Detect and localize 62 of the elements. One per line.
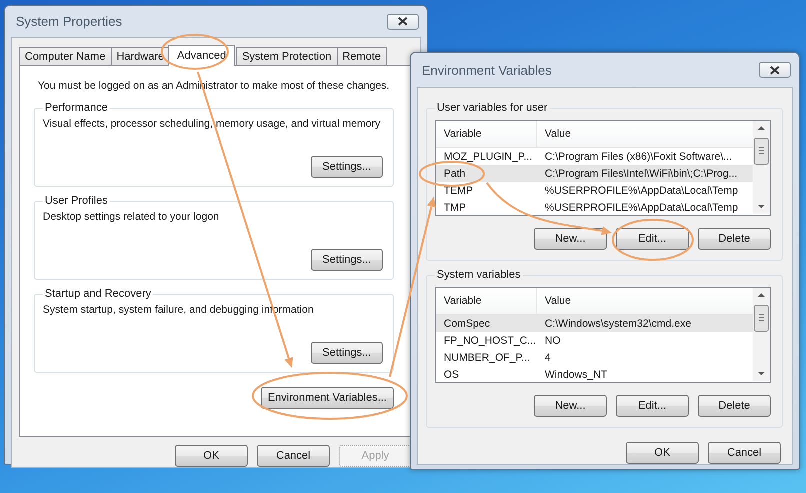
group-title: Startup and Recovery <box>44 288 152 300</box>
column-header[interactable]: Value <box>537 295 753 307</box>
list-row[interactable]: Path C:\Program Files\Intel\WiFi\bin\;C:\Prog... <box>436 165 753 182</box>
variable-value: C:\Windows\system32\cmd.exe <box>544 318 692 330</box>
tab[interactable]: System Protection <box>236 47 338 65</box>
dialog-button[interactable]: Cancel <box>708 442 781 464</box>
scrollbar[interactable] <box>753 288 770 381</box>
settings-button[interactable]: Settings... <box>311 156 383 178</box>
variable-name: OS <box>443 368 460 380</box>
list-action-button[interactable]: Delete <box>698 395 771 417</box>
variable-value: C:\Program Files\Intel\WiFi\bin\;C:\Prog... <box>544 168 739 180</box>
close-button[interactable] <box>759 62 791 78</box>
environment-variables-button[interactable]: Environment Variables... <box>260 387 394 409</box>
tab[interactable]: Computer Name <box>19 47 112 65</box>
list-action-button[interactable]: Edit... <box>616 228 689 250</box>
variable-name: MOZ_PLUGIN_P... <box>443 150 534 162</box>
list-row[interactable]: OS Windows_NT <box>436 366 753 382</box>
variable-value: NO <box>544 334 562 346</box>
variable-name: TMP <box>443 202 468 214</box>
dialog-button[interactable]: Cancel <box>257 445 330 467</box>
dialog-button[interactable]: OK <box>175 445 248 467</box>
window-title: Environment Variables <box>422 62 552 78</box>
variable-name: Path <box>443 168 467 180</box>
list-action-button[interactable]: New... <box>534 395 607 417</box>
variable-value: %USERPROFILE%\AppData\Local\Temp <box>544 202 740 214</box>
list-action-button[interactable]: New... <box>534 228 607 250</box>
tab[interactable]: Advanced <box>168 45 236 66</box>
close-icon <box>770 66 780 74</box>
list-row[interactable]: ComSpec C:\Windows\system32\cmd.exe <box>436 315 753 332</box>
variable-value: %USERPROFILE%\AppData\Local\Temp <box>544 184 740 196</box>
group-title: User variables for user <box>436 102 549 114</box>
settings-button[interactable]: Settings... <box>311 249 383 271</box>
variable-name: TEMP <box>443 184 474 196</box>
scrollbar[interactable] <box>753 121 770 214</box>
close-button[interactable] <box>387 14 419 30</box>
window-title: System Properties <box>16 14 122 29</box>
variable-value: Windows_NT <box>544 368 608 380</box>
dialog-button[interactable]: OK <box>626 442 699 464</box>
variable-name: NUMBER_OF_P... <box>443 352 532 364</box>
close-icon <box>398 17 408 26</box>
group-description: Desktop settings related to your logon <box>43 211 220 223</box>
settings-button[interactable]: Settings... <box>311 342 383 364</box>
list-row[interactable]: NUMBER_OF_P... 4 <box>436 349 753 366</box>
variable-name: FP_NO_HOST_C... <box>443 334 537 346</box>
list-action-button[interactable]: Delete <box>698 228 771 250</box>
list-row[interactable]: TMP %USERPROFILE%\AppData\Local\Temp <box>436 199 753 215</box>
variable-value: 4 <box>544 352 552 364</box>
list-row[interactable]: TEMP %USERPROFILE%\AppData\Local\Temp <box>436 182 753 199</box>
group-title: User Profiles <box>44 195 109 207</box>
group-title: Performance <box>44 102 109 114</box>
list-row[interactable]: MOZ_PLUGIN_P... C:\Program Files (x86)\Foxit Software\... <box>436 148 753 165</box>
annotation-ellipse <box>419 161 485 187</box>
list-action-button[interactable]: Edit... <box>616 395 689 417</box>
list-row[interactable]: FP_NO_HOST_C... NO <box>436 332 753 349</box>
group-description: Visual effects, processor scheduling, memory usage, and virtual memory <box>43 118 381 130</box>
variable-value: C:\Program Files (x86)\Foxit Software\... <box>544 150 734 162</box>
column-header[interactable]: Value <box>537 128 753 140</box>
group-title: System variables <box>436 269 522 281</box>
tab[interactable]: Remote <box>336 47 388 65</box>
variable-name: ComSpec <box>443 318 492 330</box>
column-header[interactable]: Variable <box>436 288 537 314</box>
column-header[interactable]: Variable <box>436 121 537 147</box>
